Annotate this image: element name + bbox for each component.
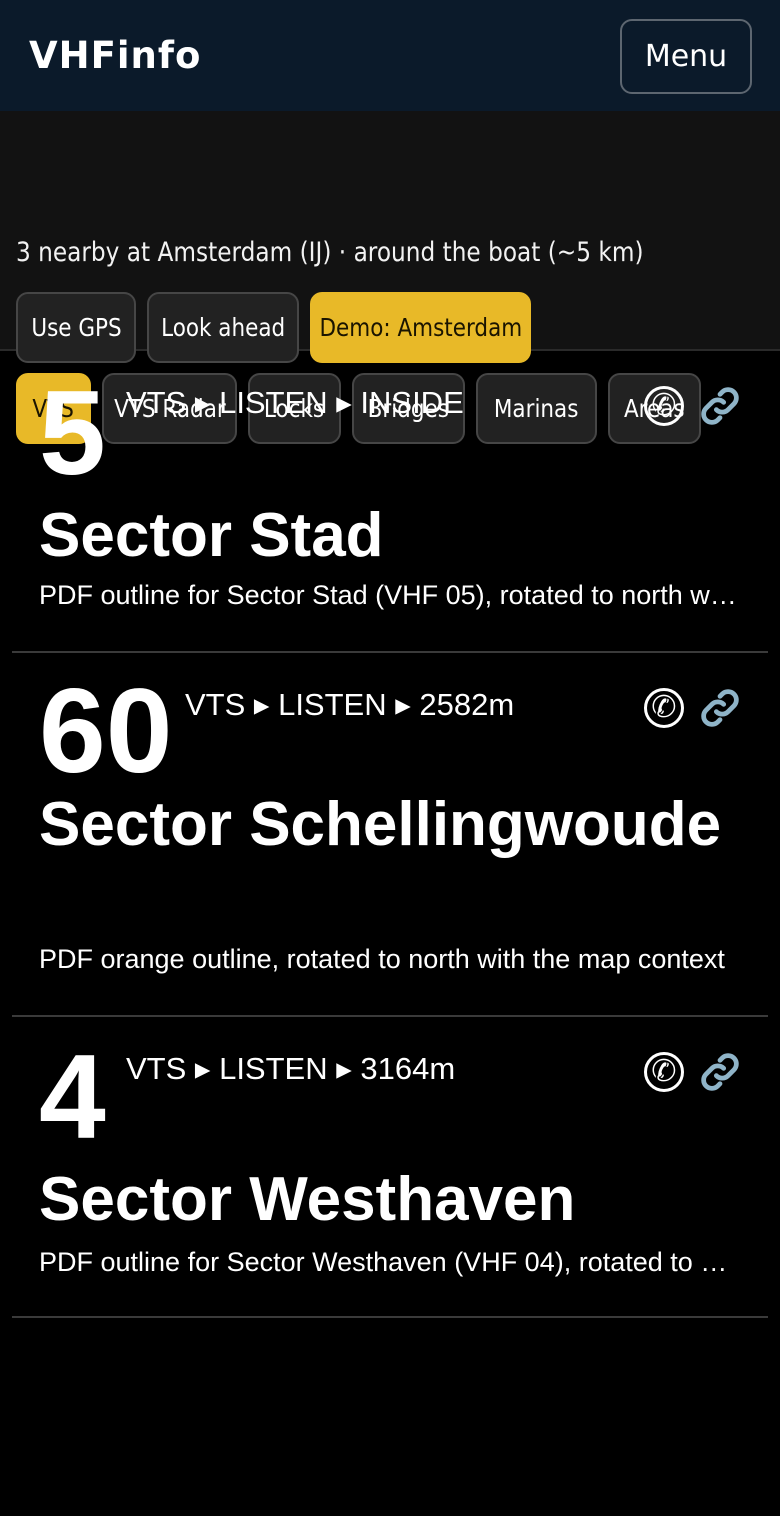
station-card[interactable]: 60 VTS ▸ LISTEN ▸ 2582m ✆ Sector Schelli… [12,653,768,1017]
station-actions: ✆ [644,686,742,730]
link-icon[interactable] [698,686,742,730]
station-name: Sector Schellingwoude [39,790,722,859]
channel-number: 60 [39,664,173,798]
station-meta: VTS ▸ LISTEN ▸ INSIDE [126,385,464,420]
menu-button[interactable]: Menu [620,19,752,94]
station-card[interactable]: 4 VTS ▸ LISTEN ▸ 3164m ✆ Sector Westhave… [12,1017,768,1318]
station-actions: ✆ [644,384,742,428]
nearby-status: 3 nearby at Amsterdam (IJ) · around the … [16,237,644,268]
phone-icon[interactable]: ✆ [644,1052,684,1092]
station-meta: VTS ▸ LISTEN ▸ 2582m [185,687,515,722]
channel-number: 5 [39,366,106,500]
brand-title: VHFinfo [29,34,202,77]
controls-panel: 3 nearby at Amsterdam (IJ) · around the … [0,111,780,444]
app-header: VHFinfo Menu [0,0,780,111]
channel-number: 4 [39,1030,106,1164]
station-description: PDF outline for Sector Westhaven (VHF 04… [39,1247,739,1277]
demo-amsterdam-label: Demo: Amsterdam [319,313,522,342]
station-name: Sector Stad [39,501,384,570]
link-icon[interactable] [698,384,742,428]
station-name: Sector Westhaven [39,1165,576,1234]
station-list: 5 VTS ▸ LISTEN ▸ INSIDE ✆ Sector Stad PD… [0,351,780,1318]
use-gps-label: Use GPS [30,313,122,342]
phone-icon[interactable]: ✆ [644,688,684,728]
station-actions: ✆ [644,1050,742,1094]
look-ahead-label: Look ahead [160,313,286,342]
link-icon[interactable] [698,1050,742,1094]
station-meta: VTS ▸ LISTEN ▸ 3164m [126,1051,456,1086]
station-description: PDF orange outline, rotated to north wit… [39,944,725,974]
station-card[interactable]: 5 VTS ▸ LISTEN ▸ INSIDE ✆ Sector Stad PD… [12,351,768,653]
station-description: PDF outline for Sector Stad (VHF 05), ro… [39,580,739,610]
phone-icon[interactable]: ✆ [644,386,684,426]
